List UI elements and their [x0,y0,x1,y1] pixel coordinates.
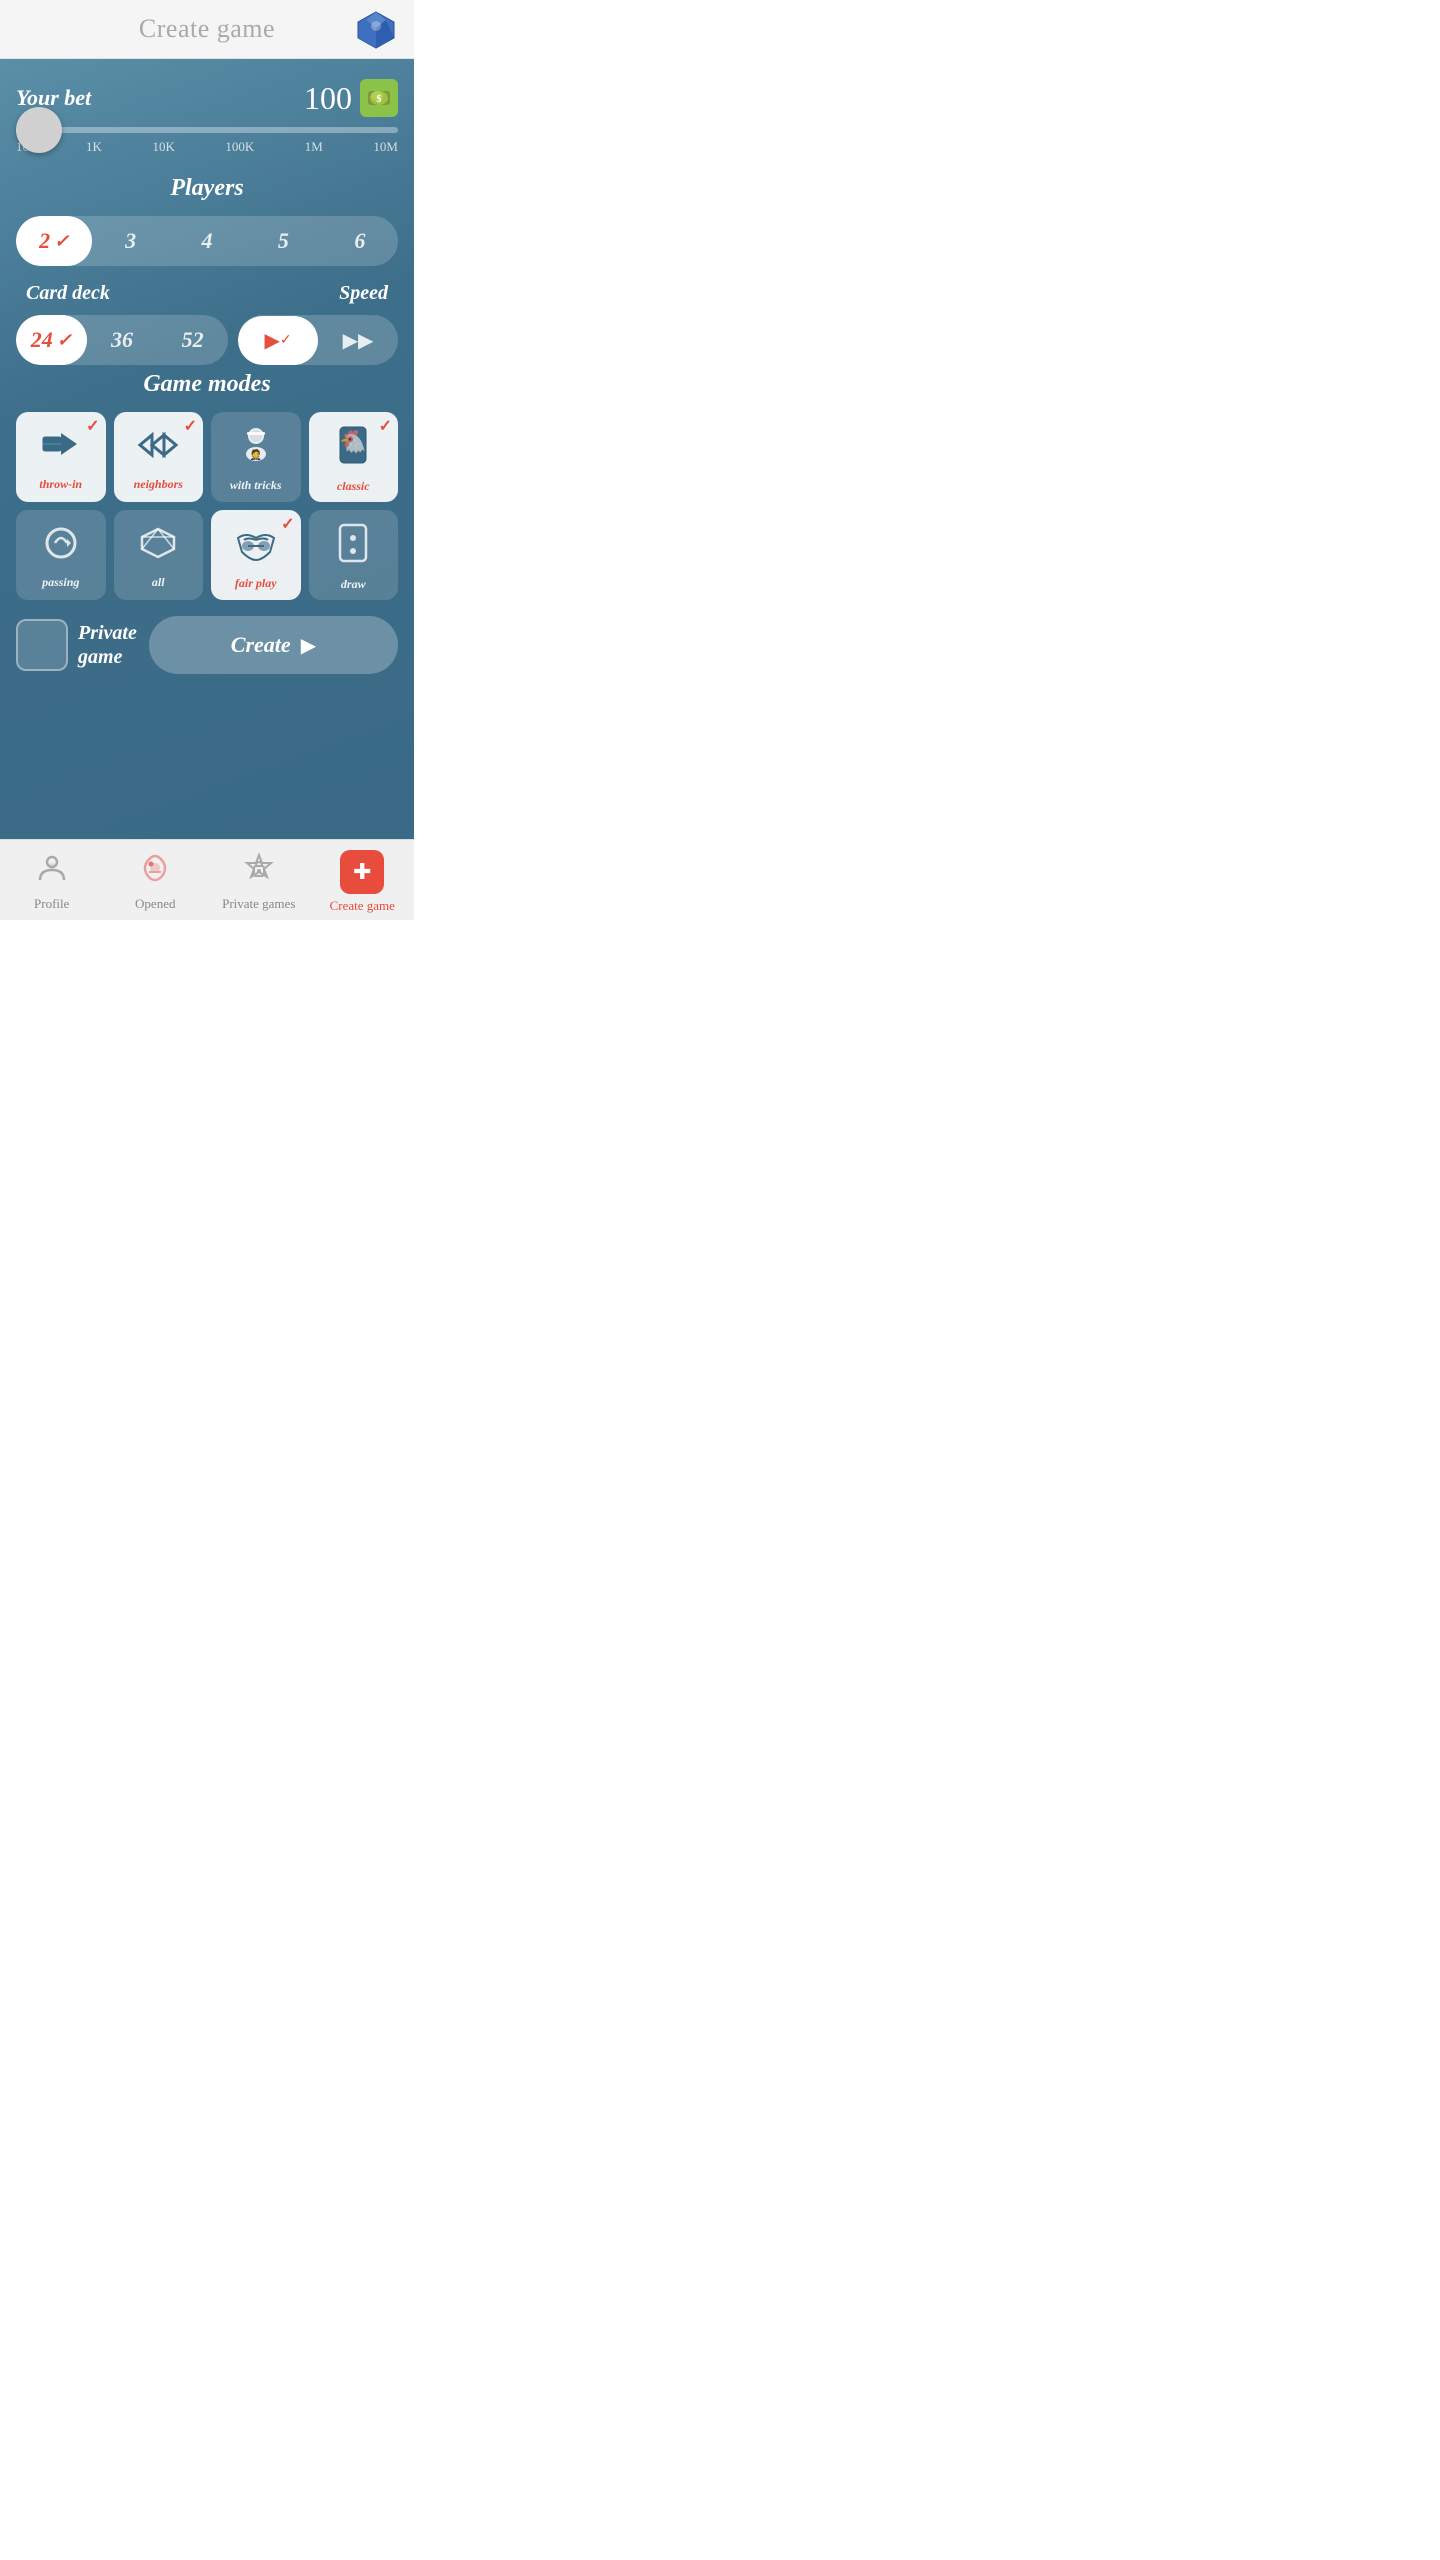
with-tricks-label: with tricks [230,478,282,493]
mode-neighbors[interactable]: ✓ neighbors [114,412,204,502]
slider-label-1m: 1M [305,139,323,155]
bottom-navigation: Profile Opened Private games ✚ [0,839,414,920]
profile-icon [36,852,68,892]
nav-private-games[interactable]: Private games [207,852,311,912]
mode-draw[interactable]: draw [309,510,399,600]
deck-option-24[interactable]: 24✓ [16,315,87,365]
player-option-4[interactable]: 4 [169,216,245,266]
game-modes-title: Game modes [16,371,398,398]
header: Create game [0,0,414,59]
mode-all[interactable]: all [114,510,204,600]
profile-nav-label: Profile [34,896,69,912]
page-title: Create game [139,14,275,44]
bet-value: 100 [304,80,352,117]
create-game-icon: ✚ [340,850,384,894]
slider-track [16,127,398,133]
passing-label: passing [42,575,79,590]
card-speed-row: 24✓ 36 52 ▶✓ ▶▶ [16,315,398,365]
bet-slider[interactable] [16,127,398,133]
classic-label: classic [337,479,370,494]
svg-text:$: $ [377,94,382,105]
bet-section: Your bet 100 $ 100 1K 10K [16,79,398,155]
draw-label: draw [341,577,366,592]
classic-icon: 🐔 [338,425,368,473]
mode-throw-in[interactable]: ✓ throw-in [16,412,106,502]
slider-label-10k: 10K [152,139,174,155]
player-option-6[interactable]: 6 [322,216,398,266]
speed-label: Speed [212,282,398,305]
card-deck-label: Card deck [16,282,202,305]
opened-nav-label: Opened [135,896,175,912]
mode-fair-play[interactable]: ✓ fair play [211,510,301,600]
all-icon [138,525,178,569]
neighbors-icon [136,427,180,471]
slider-label-100k: 100K [225,139,254,155]
slider-thumb[interactable] [16,107,62,153]
deck-options: 24✓ 36 52 [16,315,228,365]
fair-play-icon [234,524,278,570]
deck-option-36[interactable]: 36 [87,315,158,365]
player-option-3[interactable]: 3 [92,216,168,266]
mode-with-tricks[interactable]: 🤵 with tricks [211,412,301,502]
players-section: Players 2✓ 3 4 5 6 [16,175,398,266]
nav-create-game[interactable]: ✚ Create game [311,850,415,914]
slider-label-10m: 10M [373,139,398,155]
deck-option-52[interactable]: 52 [157,315,228,365]
mode-passing[interactable]: passing [16,510,106,600]
create-button-arrow-icon: ▶ [301,633,316,658]
check-icon-classic: ✓ [379,416,392,436]
check-icon-2: ✓ [54,231,69,252]
draw-icon [338,523,368,571]
svg-text:🐔: 🐔 [340,429,367,454]
create-button[interactable]: Create ▶ [149,616,398,674]
neighbors-label: neighbors [134,477,183,492]
nav-profile[interactable]: Profile [0,852,104,912]
create-button-label: Create [231,632,291,658]
slider-labels: 100 1K 10K 100K 1M 10M [16,139,398,155]
modes-grid: ✓ throw-in ✓ [16,412,398,600]
check-icon-throw-in: ✓ [86,416,99,436]
fair-play-label: fair play [235,576,277,591]
private-games-icon [243,852,275,892]
speed-option-fast[interactable]: ▶▶ [318,316,398,365]
players-options: 2✓ 3 4 5 6 [16,216,398,266]
throw-in-label: throw-in [39,477,82,492]
private-game-checkbox[interactable] [16,619,68,671]
all-label: all [152,575,165,590]
private-game-wrap: Privategame [16,619,137,671]
create-game-nav-label: Create game [330,898,395,914]
passing-icon [43,525,79,569]
bottom-row: Privategame Create ▶ [16,616,398,674]
card-speed-labels: Card deck Speed [16,282,398,305]
game-modes-section: Game modes ✓ throw-in ✓ [16,371,398,600]
coin-icon: $ [360,79,398,117]
main-content: Your bet 100 $ 100 1K 10K [0,59,414,839]
private-game-label: Privategame [78,621,137,669]
players-title: Players [16,175,398,202]
bet-label: Your bet [16,85,91,111]
opened-icon [139,852,171,892]
mode-classic[interactable]: ✓ 🐔 classic [309,412,399,502]
check-icon-neighbors: ✓ [184,416,197,436]
throw-in-icon [41,427,81,471]
player-option-2[interactable]: 2✓ [16,216,92,266]
player-option-5[interactable]: 5 [245,216,321,266]
slider-label-1k: 1K [86,139,102,155]
speed-options: ▶✓ ▶▶ [238,315,398,365]
svg-text:🤵: 🤵 [250,448,262,461]
check-icon-fair-play: ✓ [281,514,294,534]
private-games-nav-label: Private games [222,896,295,912]
speed-option-normal[interactable]: ▶✓ [238,316,318,365]
nav-opened[interactable]: Opened [104,852,208,912]
gem-icon [354,8,398,52]
with-tricks-icon: 🤵 [237,426,275,472]
